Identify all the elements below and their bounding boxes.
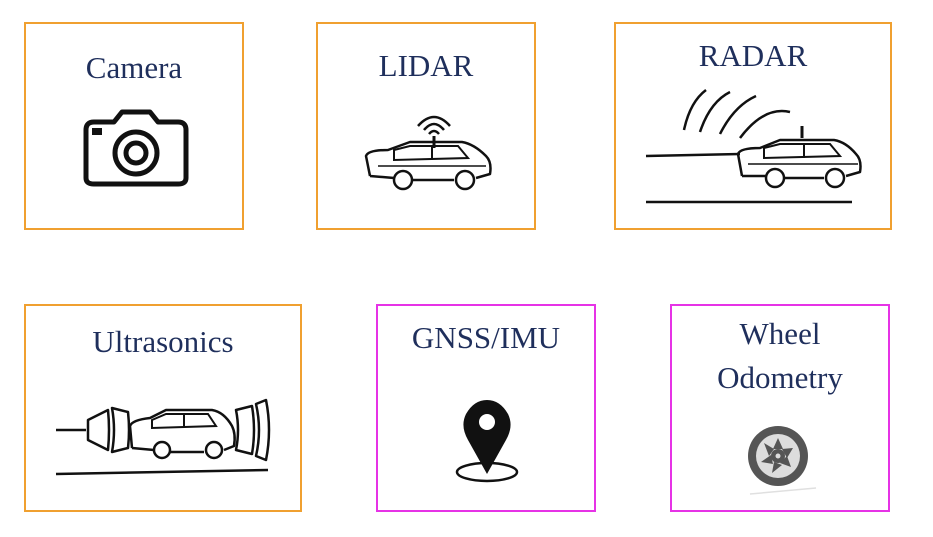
- sensor-box-ultrasonics: Ultrasonics: [24, 304, 302, 512]
- sensor-label-ultrasonics: Ultrasonics: [92, 324, 234, 359]
- sensor-label-lidar: LIDAR: [378, 48, 474, 83]
- sensor-box-camera: Camera: [24, 22, 244, 230]
- radar-car-icon: [640, 86, 870, 210]
- sensor-box-lidar: LIDAR: [316, 22, 536, 230]
- sensor-label-camera: Camera: [85, 50, 183, 85]
- camera-icon: [82, 108, 190, 188]
- location-pin-icon: [452, 396, 522, 486]
- ultrasonic-car-icon: [52, 394, 282, 484]
- lidar-car-icon: [358, 106, 498, 196]
- sensor-label-radar: RADAR: [698, 38, 808, 73]
- sensor-box-radar: RADAR: [614, 22, 892, 230]
- sensor-box-wheel-odometry: Wheel Odometry: [670, 304, 890, 512]
- sensor-label-wheel: Wheel: [739, 316, 821, 351]
- sensor-label-odometry: Odometry: [717, 360, 843, 395]
- sensor-label-gnss-imu: GNSS/IMU: [411, 320, 561, 355]
- wheel-icon: [742, 418, 822, 498]
- sensor-box-gnss-imu: GNSS/IMU: [376, 304, 596, 512]
